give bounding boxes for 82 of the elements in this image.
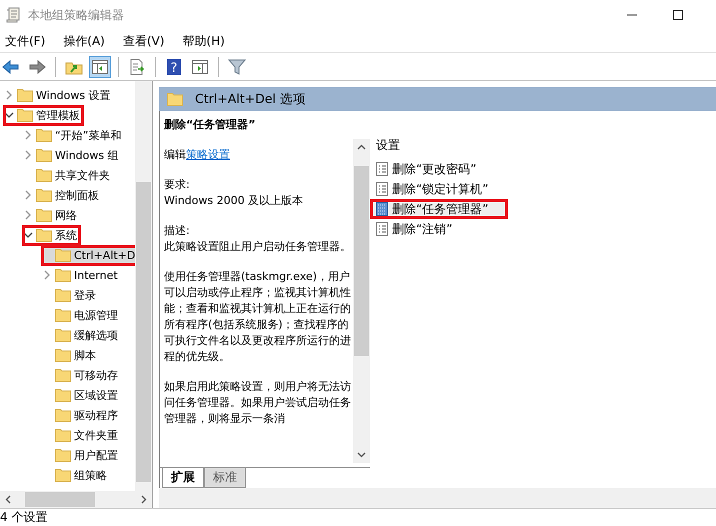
scroll-right-icon[interactable]: [141, 495, 147, 504]
folder-icon: [17, 108, 33, 122]
scrollbar[interactable]: [135, 81, 152, 491]
tree-item[interactable]: Windows 设置: [4, 86, 114, 104]
setting-row[interactable]: 删除“注销”: [370, 219, 716, 239]
tree-item[interactable]: 电源管理: [42, 306, 121, 324]
chevron-down-icon[interactable]: [23, 230, 33, 240]
folder-icon: [36, 148, 52, 162]
chevron-down-icon[interactable]: [4, 110, 14, 120]
edit-label: 编辑: [164, 148, 186, 161]
description-paragraph: 使用任务管理器(taskmgr.exe)，用户可以启动或停止程序；监视其计算机性能；查看和监视其计算机上正在运行的所有程序(包括系统服务)；查找程序的可执行文件名以及更改程序所运行的进程的优先级。: [164, 269, 351, 365]
chevron-right-icon[interactable]: [4, 90, 14, 100]
folder-icon: [55, 408, 71, 422]
policy-title: 删除“任务管理器”: [164, 117, 256, 133]
tree-item[interactable]: 驱动程序: [42, 406, 121, 424]
folder-icon: [55, 348, 71, 362]
tree-item[interactable]: 网络: [23, 206, 80, 224]
folder-icon: [167, 92, 183, 106]
tree-item[interactable]: Ctrl+Alt+D: [42, 246, 135, 264]
tree-item[interactable]: 缓解选项: [42, 326, 121, 344]
tree-item[interactable]: 控制面板: [23, 186, 102, 204]
folder-icon: [36, 128, 52, 142]
setting-icon: [376, 182, 388, 196]
tree-pane-icon[interactable]: [89, 56, 111, 78]
tab[interactable]: 标准: [204, 468, 246, 488]
menu-item[interactable]: 文件(F): [5, 32, 46, 50]
policy-settings-link[interactable]: 策略设置: [186, 148, 230, 161]
tree-item[interactable]: 文件夹重: [42, 426, 121, 444]
folder-icon: [36, 228, 52, 242]
folder-icon: [55, 288, 71, 302]
folder-icon: [55, 428, 71, 442]
menu-item[interactable]: 帮助(H): [182, 32, 225, 50]
horizontal-scrollbar[interactable]: [0, 491, 152, 508]
description-paragraph: 如果启用此策略设置，则用户将无法访问任务管理器。如果用户尝试启动任务管理器，则将显示一条消: [164, 379, 351, 427]
folder-icon: [55, 368, 71, 382]
tree-item[interactable]: 登录: [42, 286, 99, 304]
folder-icon: [17, 88, 33, 102]
setting-row[interactable]: 删除“锁定计算机”: [370, 179, 716, 199]
tree-item[interactable]: 用户配置: [42, 446, 121, 464]
folder-icon: [55, 308, 71, 322]
setting-icon: [376, 162, 388, 176]
scroll-left-icon[interactable]: [5, 495, 11, 504]
requirement-text: Windows 2000 及以上版本: [164, 193, 304, 209]
setting-icon: [376, 202, 388, 216]
description-paragraph: 此策略设置阻止用户启动任务管理器。: [164, 239, 351, 255]
description-label: 描述:: [164, 223, 191, 239]
folder-icon: [55, 328, 71, 342]
chevron-right-icon[interactable]: [42, 270, 52, 280]
setting-row[interactable]: 删除“更改密码”: [370, 159, 716, 179]
tree-item[interactable]: Windows 组: [23, 146, 122, 164]
folder-icon: [55, 248, 71, 262]
maximize-icon[interactable]: [672, 9, 684, 21]
scrollbar[interactable]: [353, 139, 370, 463]
requirement-label: 要求:: [164, 177, 191, 193]
setting-icon: [376, 222, 388, 236]
tree-item[interactable]: 可移动存: [42, 366, 121, 384]
tree-item[interactable]: “开始”菜单和: [23, 126, 124, 144]
folder-icon: [36, 208, 52, 222]
tree-item[interactable]: 系统: [23, 226, 80, 244]
folder-icon: [55, 268, 71, 282]
scroll-down-icon[interactable]: [357, 452, 366, 458]
setting-row[interactable]: 删除“任务管理器”: [370, 199, 508, 219]
menu-item[interactable]: 查看(V): [122, 32, 164, 50]
column-header[interactable]: 设置: [370, 137, 716, 157]
window-title: 本地组策略编辑器: [28, 6, 124, 24]
folder-icon: [55, 448, 71, 462]
tree-item[interactable]: 区域设置: [42, 386, 121, 404]
tree-item[interactable]: 脚本: [42, 346, 99, 364]
pane-title: Ctrl+Alt+Del 选项: [195, 90, 306, 108]
tree-item[interactable]: Internet: [42, 266, 121, 284]
folder-icon: [55, 468, 71, 482]
menu-item[interactable]: 操作(A): [63, 32, 105, 50]
tab[interactable]: 扩展: [162, 468, 204, 488]
tree-item[interactable]: 管理模板: [4, 106, 83, 124]
status-text: 4 个设置: [0, 509, 48, 526]
folder-icon: [55, 388, 71, 402]
tree-item[interactable]: 共享文件夹: [23, 166, 113, 184]
tree-item[interactable]: 组策略: [42, 466, 110, 484]
folder-icon: [36, 168, 52, 182]
scroll-up-icon[interactable]: [357, 144, 366, 150]
scroll-icon: [6, 7, 20, 23]
folder-icon: [36, 188, 52, 202]
